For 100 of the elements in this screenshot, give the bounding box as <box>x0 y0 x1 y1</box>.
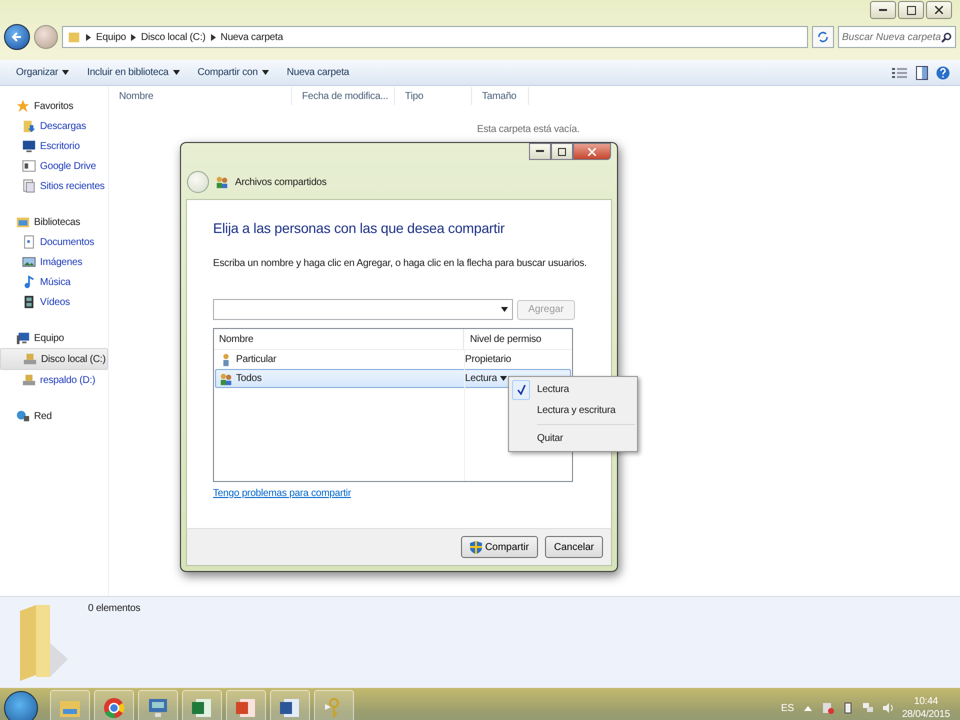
drive-icon <box>23 352 37 366</box>
dialog-heading: Elija a las personas con las que desea compartir <box>213 220 506 236</box>
maximize-icon <box>558 148 566 156</box>
caret-icon[interactable] <box>500 376 507 381</box>
desktop-icon <box>22 139 36 153</box>
column-header[interactable]: Tamaño <box>472 87 530 105</box>
toolbar-button[interactable]: Nueva carpeta <box>280 64 356 81</box>
column-header[interactable]: Tipo <box>395 87 472 105</box>
start-button[interactable] <box>4 691 38 720</box>
computer-icon <box>16 331 30 345</box>
list-row[interactable]: Particular Propietario <box>215 350 571 369</box>
caret-icon[interactable] <box>62 70 70 75</box>
help-link[interactable]: Tengo problemas para compartir <box>213 488 351 499</box>
taskbar-button[interactable] <box>50 690 90 720</box>
sidebar-item[interactable]: Descargas <box>0 116 108 136</box>
column-header[interactable]: Fecha de modifica... <box>292 87 396 105</box>
refresh-button[interactable] <box>812 26 834 48</box>
refresh-icon <box>817 31 829 43</box>
toolbar-button[interactable]: Organizar <box>10 64 76 81</box>
breadcrumb-item[interactable]: Equipo <box>96 32 126 42</box>
search-icon <box>941 32 952 42</box>
music-note-icon <box>22 275 36 289</box>
empty-folder-message: Esta carpeta está vacía. <box>477 124 580 135</box>
sidebar-item[interactable]: Música <box>0 272 108 292</box>
user-name: Particular <box>236 354 276 365</box>
permission-level: Propietario <box>465 354 512 365</box>
chevron-icon[interactable] <box>130 34 136 40</box>
browser-icon <box>102 696 126 720</box>
taskbar-button[interactable] <box>226 690 266 720</box>
minimize-button[interactable] <box>529 143 551 160</box>
document-icon <box>22 235 36 249</box>
restore-button[interactable] <box>898 1 924 19</box>
taskbar-button[interactable] <box>138 690 178 720</box>
menu-item[interactable]: Quitar <box>509 428 637 449</box>
people-icon <box>215 175 229 189</box>
help-icon[interactable] <box>936 66 950 80</box>
app-window-icon <box>22 159 36 173</box>
sidebar-item[interactable]: Red <box>0 406 108 426</box>
sidebar-item[interactable]: respaldo (D:) <box>0 370 108 390</box>
people-icon <box>219 372 233 386</box>
taskbar-button[interactable] <box>94 690 134 720</box>
network-icon <box>16 409 30 423</box>
downloads-folder-icon <box>22 119 36 133</box>
checkmark-icon <box>516 384 526 394</box>
drive-icon <box>22 373 36 387</box>
user-name: Todos <box>236 373 262 384</box>
address-bar[interactable]: Equipo Disco local (C:) Nueva carpeta <box>62 26 808 48</box>
sidebar-item[interactable]: Sitios recientes <box>0 176 108 196</box>
dialog-button[interactable]: Compartir <box>461 536 538 558</box>
column-header[interactable]: Nombre <box>109 87 292 105</box>
taskbar-button[interactable] <box>270 690 310 720</box>
recent-pages-icon <box>22 179 36 193</box>
sidebar-item[interactable]: Vídeos <box>0 292 108 312</box>
folder-icon <box>18 603 70 681</box>
breadcrumb-item[interactable]: Disco local (C:) <box>140 32 206 42</box>
restore-icon <box>906 6 916 14</box>
toolbar-button[interactable]: Incluir en biblioteca <box>81 64 186 81</box>
toolbar-button[interactable]: Compartir con <box>192 64 275 81</box>
sidebar-item[interactable]: Imágenes <box>0 252 108 272</box>
caret-icon[interactable] <box>262 70 269 75</box>
back-arrow-icon <box>11 31 23 43</box>
sidebar-item[interactable]: Equipo <box>0 328 108 348</box>
caret-icon[interactable] <box>501 307 508 312</box>
film-icon <box>22 295 36 309</box>
picture-file-icon <box>22 255 36 269</box>
close-icon <box>935 6 943 14</box>
library-folder-icon <box>16 215 30 229</box>
sidebar-item[interactable]: Bibliotecas <box>0 212 108 232</box>
permission-level: Lectura <box>465 373 497 384</box>
maximize-button[interactable] <box>551 143 573 160</box>
menu-item[interactable]: Lectura y escritura <box>509 400 637 421</box>
minimize-icon <box>879 8 887 12</box>
instructions-text: Escriba un nombre y haga clic en Agregar, o haga clic en la flecha para buscar usuarios. <box>213 258 588 269</box>
chevron-icon[interactable] <box>210 34 216 40</box>
chevron-icon[interactable] <box>86 34 91 40</box>
caret-icon[interactable] <box>172 70 180 75</box>
breadcrumb-item[interactable]: Nueva carpeta <box>220 32 283 42</box>
column-header[interactable]: Nombre <box>214 334 463 344</box>
sidebar-item[interactable]: Documentos <box>0 232 108 252</box>
taskbar-button[interactable] <box>182 690 222 720</box>
minimize-button[interactable] <box>870 1 896 19</box>
dialog-title: Archivos compartidos <box>235 176 327 188</box>
monitor-icon <box>146 696 170 720</box>
folder-icon <box>67 30 81 44</box>
minimize-icon <box>536 150 544 153</box>
sidebar-item[interactable]: Google Drive <box>0 156 108 176</box>
close-icon <box>588 148 596 156</box>
column-header[interactable]: Nivel de permiso <box>463 329 572 349</box>
search-field[interactable]: Buscar Nueva carpeta <box>838 26 956 48</box>
presentation-icon <box>234 696 258 720</box>
star-icon <box>16 99 30 113</box>
item-count: 0 elementos <box>88 603 140 616</box>
view-options-icon[interactable] <box>892 66 908 78</box>
preview-pane-icon[interactable] <box>916 66 928 80</box>
sidebar-item[interactable]: Disco local (C:) <box>0 348 108 370</box>
close-button[interactable] <box>926 1 952 19</box>
back-button[interactable] <box>4 24 30 50</box>
sidebar-item[interactable]: Escritorio <box>0 136 108 156</box>
dialog-button[interactable]: Cancelar <box>544 536 603 558</box>
sidebar-item[interactable]: Favoritos <box>0 96 108 116</box>
